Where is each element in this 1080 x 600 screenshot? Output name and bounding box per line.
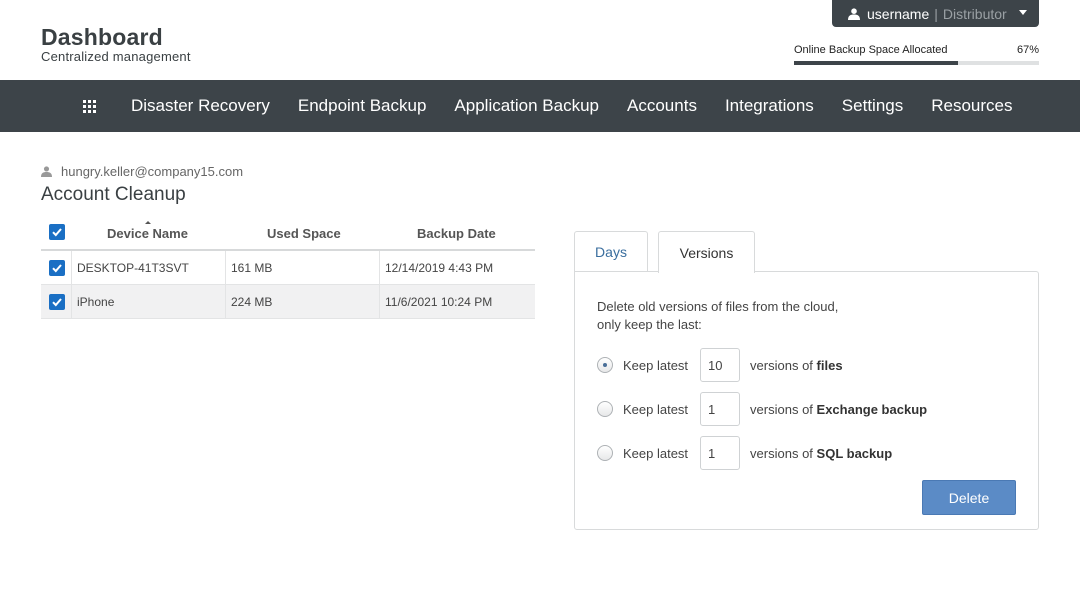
radio-sql[interactable] xyxy=(597,445,613,461)
files-versions-input[interactable] xyxy=(700,348,741,382)
row-checkbox[interactable] xyxy=(49,294,65,310)
column-header-backup-date[interactable]: Backup Date xyxy=(417,226,496,241)
option-files: Keep latest versions of files xyxy=(597,348,843,382)
nav-item-resources[interactable]: Resources xyxy=(931,96,1012,116)
brand: Dashboard Centralized management xyxy=(41,24,191,64)
device-name: DESKTOP-41T3SVT xyxy=(77,261,189,275)
table-header: Device Name Used Space Backup Date xyxy=(41,217,535,251)
nav-item-application-backup[interactable]: Application Backup xyxy=(454,96,599,116)
chevron-down-icon[interactable] xyxy=(1019,10,1027,15)
storage-bar-fill xyxy=(794,61,959,65)
option-label: Keep latest xyxy=(623,445,689,461)
page-title: Account Cleanup xyxy=(41,184,186,205)
versions-panel: Delete old versions of files from the cl… xyxy=(574,271,1039,530)
checkmark-icon xyxy=(52,264,62,273)
storage-meter: Online Backup Space Allocated 67% xyxy=(794,43,1039,65)
used-space: 161 MB xyxy=(231,261,273,275)
role-separator: | xyxy=(934,5,938,22)
sql-versions-input[interactable] xyxy=(700,436,741,470)
radio-exchange[interactable] xyxy=(597,401,613,417)
user-icon xyxy=(848,7,860,20)
nav-item-accounts[interactable]: Accounts xyxy=(627,96,697,116)
nav-item-settings[interactable]: Settings xyxy=(842,96,903,116)
option-sql: Keep latest versions of SQL backup xyxy=(597,436,892,470)
storage-label: Online Backup Space Allocated xyxy=(794,44,948,56)
panel-description: Delete old versions of files from the cl… xyxy=(597,299,839,332)
account-email: hungry.keller@company15.com xyxy=(41,164,243,179)
option-suffix: versions of SQL backup xyxy=(750,445,893,461)
tab-days[interactable]: Days xyxy=(574,231,648,272)
option-label: Keep latest xyxy=(623,401,689,417)
app-grid-icon[interactable] xyxy=(83,100,96,113)
table-row[interactable]: iPhone 224 MB 11/6/2021 10:24 PM xyxy=(41,285,535,319)
backup-date: 11/6/2021 10:24 PM xyxy=(385,295,493,309)
account-email-text: hungry.keller@company15.com xyxy=(61,164,244,179)
main-nav: Disaster Recovery Endpoint Backup Applic… xyxy=(0,80,1080,132)
column-header-device-name[interactable]: Device Name xyxy=(107,226,188,241)
dashboard-title: Dashboard xyxy=(41,24,163,50)
storage-percent: 67% xyxy=(1016,44,1039,56)
used-space: 224 MB xyxy=(231,295,273,309)
option-label: Keep latest xyxy=(623,357,689,373)
dashboard-subtitle: Centralized management xyxy=(41,49,191,64)
option-exchange: Keep latest versions of Exchange backup xyxy=(597,392,927,426)
table-row[interactable]: DESKTOP-41T3SVT 161 MB 12/14/2019 4:43 P… xyxy=(41,251,535,285)
backup-date: 12/14/2019 4:43 PM xyxy=(385,261,494,275)
user-icon xyxy=(41,166,52,177)
radio-files[interactable] xyxy=(597,357,613,373)
device-table: Device Name Used Space Backup Date DESKT… xyxy=(41,217,535,319)
option-suffix: versions of Exchange backup xyxy=(750,401,928,417)
user-menu[interactable]: username | Distributor xyxy=(832,0,1039,27)
tab-versions[interactable]: Versions xyxy=(658,231,755,273)
nav-item-endpoint-backup[interactable]: Endpoint Backup xyxy=(298,96,427,116)
row-checkbox[interactable] xyxy=(49,260,65,276)
sort-ascending-icon xyxy=(145,221,151,224)
username: username xyxy=(867,5,930,22)
exchange-versions-input[interactable] xyxy=(700,392,741,426)
device-name: iPhone xyxy=(77,295,115,309)
storage-bar xyxy=(794,61,1039,65)
column-header-used-space[interactable]: Used Space xyxy=(267,226,341,241)
checkmark-icon xyxy=(52,298,62,307)
nav-item-integrations[interactable]: Integrations xyxy=(725,96,814,116)
option-suffix: versions of files xyxy=(750,357,843,373)
user-role: Distributor xyxy=(942,5,1007,22)
nav-item-disaster-recovery[interactable]: Disaster Recovery xyxy=(131,96,270,116)
select-all-checkbox[interactable] xyxy=(49,224,65,240)
delete-button[interactable]: Delete xyxy=(922,480,1016,515)
checkmark-icon xyxy=(52,228,62,237)
